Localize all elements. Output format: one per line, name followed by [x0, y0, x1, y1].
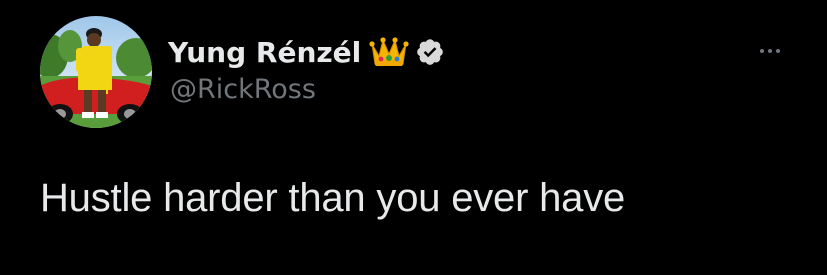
crown-icon [369, 34, 409, 70]
more-options-icon[interactable] [752, 42, 788, 60]
tweet-card[interactable]: Yung Rénzél @RickRoss Hustle harder than… [0, 0, 827, 275]
avatar[interactable] [40, 16, 152, 128]
user-handle[interactable]: @RickRoss [170, 74, 316, 105]
verified-badge-icon [415, 37, 445, 67]
more-dot [776, 49, 780, 53]
display-name[interactable]: Yung Rénzél [168, 32, 445, 72]
tweet-text: Hustle harder than you ever have [40, 176, 626, 220]
more-dot [768, 49, 772, 53]
display-name-text: Yung Rénzél [168, 35, 362, 69]
more-dot [760, 49, 764, 53]
